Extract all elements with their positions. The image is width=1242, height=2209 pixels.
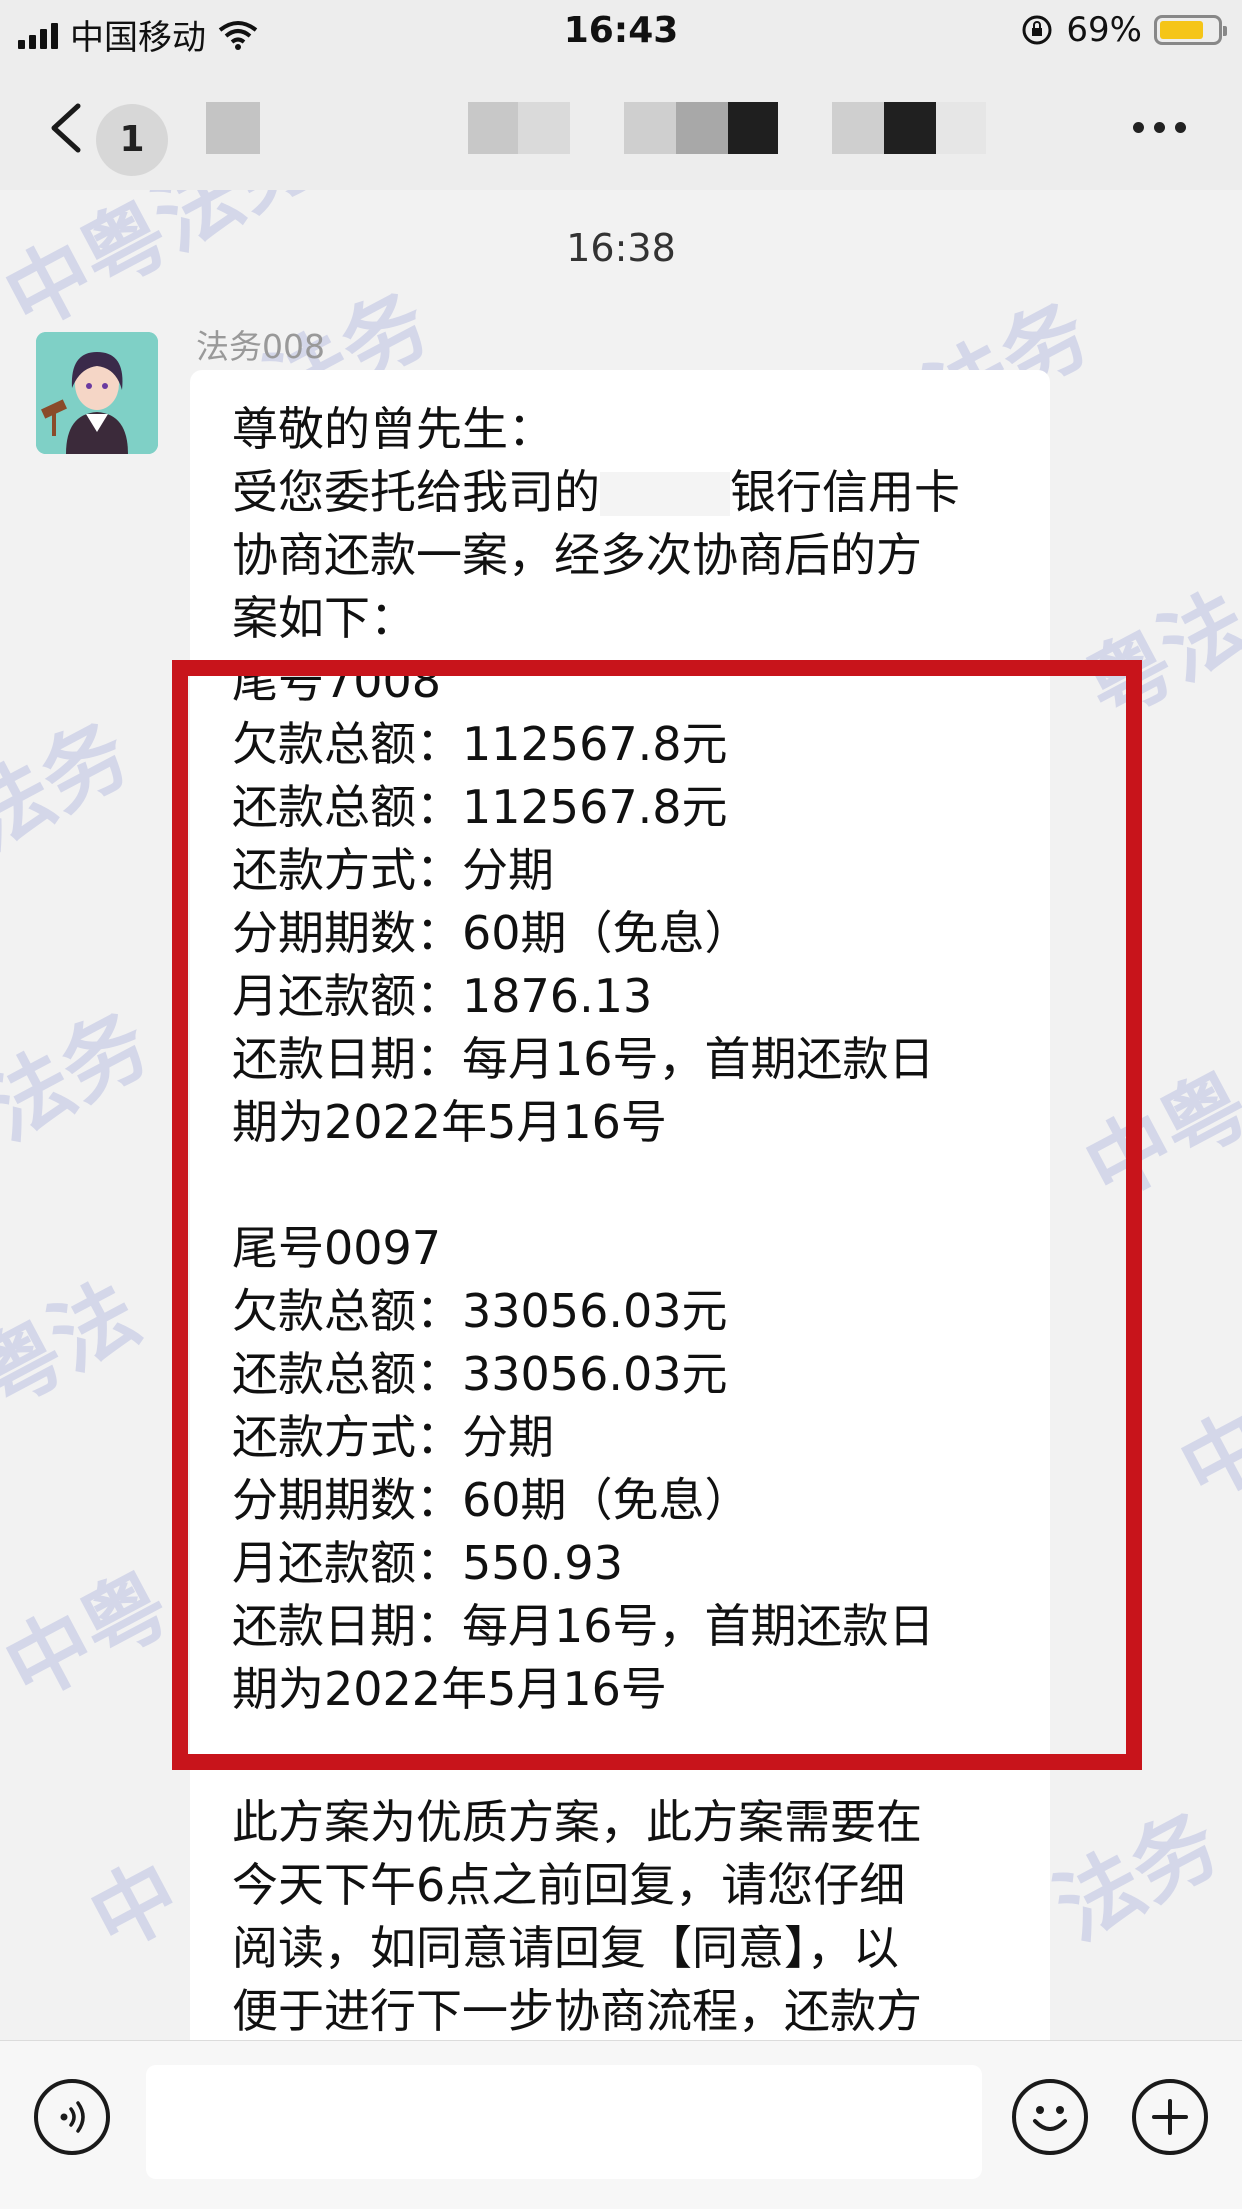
highlight-box [172, 660, 1142, 1770]
contact-name-redacted [468, 102, 518, 154]
message-line: 受您委托给我司的 银行信用卡 [232, 461, 1032, 524]
plus-icon[interactable] [1132, 2079, 1208, 2155]
message-fragment: 银行信用卡 [730, 465, 960, 519]
status-right: 69% [1020, 10, 1227, 50]
rotation-lock-icon [1022, 15, 1052, 45]
message-line: 今天下午6点之前回复，请您仔细 [232, 1858, 906, 1912]
emoji-icon[interactable] [1012, 2079, 1088, 2155]
chat-header: 1 [0, 62, 1242, 191]
voice-wave-icon [60, 2101, 85, 2133]
message-line: 协商还款一案，经多次协商后的方 [232, 528, 922, 582]
message-fragment: 受您委托给我司的 [232, 465, 600, 519]
message-line: 尊敬的曾先生： [232, 402, 554, 456]
voice-icon[interactable] [34, 2079, 110, 2155]
contact-name-redacted [936, 102, 986, 154]
watermark: 中 [1164, 1393, 1242, 1520]
watermark: 法务 [0, 993, 165, 1159]
sender-avatar[interactable] [36, 332, 158, 454]
back-chevron-icon[interactable] [40, 98, 100, 158]
message-line: 便于进行下一步协商流程，还款方 [232, 1984, 922, 2038]
message-line: 阅读，如同意请回复【同意】，以 [232, 1921, 899, 1975]
message-input[interactable] [146, 2065, 982, 2179]
contact-name-redacted [676, 102, 728, 154]
input-bar [0, 2040, 1242, 2209]
status-bar: 中国移动 16:43 69% [0, 0, 1242, 62]
watermark: 中粤 [0, 1553, 185, 1719]
contact-name-redacted [832, 102, 884, 154]
message-line: 案如下： [232, 591, 416, 645]
contact-name-redacted [206, 102, 260, 154]
chat-area: 法务 中粤法务 法务 粤法 中粤 法务 粤法 中 中粤 法务 中 法务 16:3… [0, 190, 1242, 2040]
contact-name-redacted [728, 102, 778, 154]
unread-count-badge[interactable]: 1 [96, 104, 168, 176]
avatar-lawyer-icon [36, 332, 158, 454]
sender-name: 法务008 [196, 327, 325, 366]
watermark: 中 [74, 1843, 196, 1970]
contact-name-redacted [624, 102, 676, 154]
smiley-face-icon [1033, 2106, 1067, 2131]
contact-name-redacted [884, 102, 936, 154]
redaction-mask [600, 472, 730, 516]
contact-name-redacted [518, 102, 570, 154]
watermark: 法务 [0, 703, 145, 869]
message-timestamp: 16:38 [566, 226, 676, 270]
more-dots-icon[interactable] [1133, 122, 1186, 133]
add-cross-icon [1152, 2099, 1188, 2135]
watermark: 法务 [1039, 1793, 1235, 1959]
message-line: 此方案为优质方案，此方案需要在 [232, 1795, 922, 1849]
battery-icon [1154, 15, 1227, 45]
watermark: 粤法 [0, 1263, 155, 1429]
battery-percent: 69% [1066, 10, 1142, 50]
